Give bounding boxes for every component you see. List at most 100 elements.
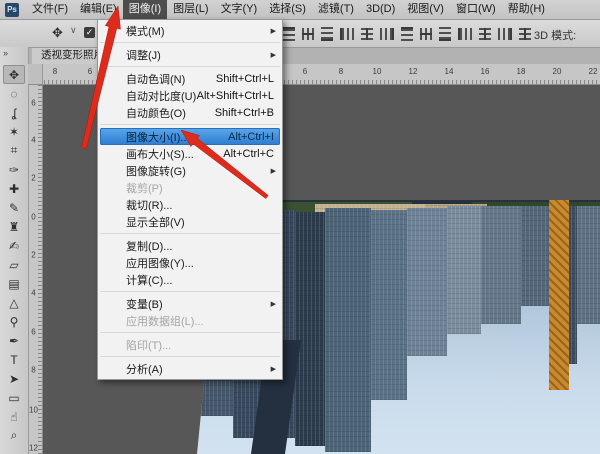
tool-button-clone-stamp-tool[interactable]: ♜ (3, 217, 25, 236)
ruler-number: 18 (517, 67, 526, 76)
menubar-item-help[interactable]: 帮助(H) (502, 0, 551, 19)
menu-item-apply-image[interactable]: 应用图像(Y)... ▶ (98, 254, 282, 271)
tool-button-history-brush-tool[interactable]: ✍ (3, 236, 25, 255)
image-menu-dropdown: 模式(M) ▶ 调整(J) ▶ 自动色调(N) Shift+Ctrl+L ▶ 自… (97, 19, 283, 380)
menu-item-apply-data-set[interactable]: 应用数据组(L)... ▶ (98, 312, 282, 329)
submenu-arrow-icon: ▶ (271, 300, 276, 308)
menubar-items: 文件(F)编辑(E)图像(I)图层(L)文字(Y)选择(S)滤镜(T)3D(D)… (26, 0, 551, 19)
menu-item-trap[interactable]: 陷印(T)... ▶ (98, 336, 282, 353)
tool-button-pen-tool[interactable]: ✒ (3, 331, 25, 350)
tool-options-bar: ✥ ∨ ✓ 自动选择: 3D 模式: (0, 19, 600, 48)
menu-item-image-size[interactable]: 图像大小(I)... Alt+Ctrl+I ▶ (100, 128, 280, 145)
menubar-item-file[interactable]: 文件(F) (26, 0, 74, 19)
menubar-item-type[interactable]: 文字(Y) (215, 0, 264, 19)
menu-item-calculations[interactable]: 计算(C)... ▶ (98, 271, 282, 288)
tool-preset-chevron-icon[interactable]: ∨ (70, 25, 77, 36)
menu-item-shortcut: Alt+Shift+Ctrl+L (197, 90, 274, 102)
tool-button-eraser-tool[interactable]: ▱ (3, 255, 25, 274)
menu-item-label: 图像大小(I)... (126, 129, 190, 145)
menu-item-trim[interactable]: 裁切(R)... ▶ (98, 196, 282, 213)
tool-button-crop-tool[interactable]: ⌗ (3, 141, 25, 160)
tool-button-move-tool[interactable]: ✥ (3, 65, 25, 84)
photo-shape-tower-5 (371, 210, 407, 400)
align-icon-align-bottom-edges[interactable] (321, 27, 333, 41)
align-icon-align-top-edges[interactable] (283, 27, 295, 41)
menubar-item-filter[interactable]: 滤镜(T) (312, 0, 360, 19)
align-icon-align-left-edges[interactable] (340, 28, 354, 40)
tool-button-quick-selection-tool[interactable]: ✶ (3, 122, 25, 141)
menu-item-canvas-size[interactable]: 画布大小(S)... Alt+Ctrl+C ▶ (98, 145, 282, 162)
ruler-number: 8 (339, 67, 343, 76)
menu-item-duplicate[interactable]: 复制(D)... ▶ (98, 237, 282, 254)
ruler-number: 6 (29, 99, 38, 107)
tool-column: ✥ ◌ ʆ ✶ ⌗ ✑ ✚ ✎ ♜ ✍ ▱ ▤ (0, 65, 28, 445)
tool-button-type-tool[interactable]: T (3, 350, 25, 369)
tool-button-gradient-tool[interactable]: ▤ (3, 274, 25, 293)
menu-item-auto-color[interactable]: 自动颜色(O) Shift+Ctrl+B ▶ (98, 104, 282, 121)
ruler-number: 4 (29, 289, 38, 297)
photo-shape-tower-6 (407, 208, 447, 356)
ruler-number: 8 (53, 67, 57, 76)
menubar-item-window[interactable]: 窗口(W) (450, 0, 502, 19)
menubar-item-3d[interactable]: 3D(D) (360, 0, 401, 19)
tool-button-path-selection-tool[interactable]: ➤ (3, 369, 25, 388)
menu-item-mode[interactable]: 模式(M) ▶ (98, 22, 282, 39)
menu-item-auto-contrast[interactable]: 自动对比度(U) Alt+Shift+Ctrl+L ▶ (98, 87, 282, 104)
menu-item-analysis[interactable]: 分析(A) ▶ (98, 360, 282, 377)
tool-button-lasso-tool[interactable]: ʆ (3, 103, 25, 122)
menu-item-label: 变量(B) (126, 296, 163, 312)
align-icon-align-horizontal-centers[interactable] (361, 28, 373, 40)
photo-shape-tower-11 (577, 206, 600, 324)
align-icon-distribute-vertical-centers[interactable] (420, 28, 432, 40)
menu-separator (100, 332, 280, 333)
menu-bar: Ps 文件(F)编辑(E)图像(I)图层(L)文字(Y)选择(S)滤镜(T)3D… (0, 0, 600, 20)
menu-item-label: 应用数据组(L)... (126, 313, 204, 329)
tool-button-marquee-tool[interactable]: ◌ (3, 84, 25, 103)
tool-button-brush-tool[interactable]: ✎ (3, 198, 25, 217)
tool-button-zoom-tool[interactable]: ⌕ (3, 426, 25, 445)
align-icon-align-right-edges[interactable] (380, 28, 394, 40)
ruler-number: 14 (445, 67, 454, 76)
tool-button-dodge-tool[interactable]: ⚲ (3, 312, 25, 331)
menu-item-label: 复制(D)... (126, 238, 172, 254)
auto-select-checkbox[interactable]: ✓ (84, 27, 95, 38)
menu-item-shortcut: Shift+Ctrl+L (216, 73, 274, 85)
align-icon-auto-align-layers[interactable] (519, 28, 531, 40)
menubar-item-edit[interactable]: 编辑(E) (74, 0, 123, 19)
align-icon-distribute-right-edges[interactable] (498, 28, 512, 40)
menu-separator (100, 356, 280, 357)
panel-collapse-icon[interactable]: » (3, 48, 8, 58)
align-icon-distribute-top-edges[interactable] (401, 27, 413, 41)
menu-item-label: 显示全部(V) (126, 214, 185, 230)
menubar-item-view[interactable]: 视图(V) (401, 0, 450, 19)
photo-shape-tower-4 (325, 208, 371, 452)
photo-shape-tower-7 (447, 206, 481, 334)
menu-item-crop[interactable]: 裁剪(P) ▶ (98, 179, 282, 196)
align-icon-distribute-horizontal-centers[interactable] (479, 28, 491, 40)
align-icon-distribute-bottom-edges[interactable] (439, 27, 451, 41)
menubar-item-image[interactable]: 图像(I) (123, 0, 167, 19)
menu-item-label: 画布大小(S)... (126, 146, 194, 162)
menu-item-auto-tone[interactable]: 自动色调(N) Shift+Ctrl+L ▶ (98, 70, 282, 87)
tool-button-eyedropper-tool[interactable]: ✑ (3, 160, 25, 179)
tool-button-healing-brush-tool[interactable]: ✚ (3, 179, 25, 198)
menu-item-adjustments[interactable]: 调整(J) ▶ (98, 46, 282, 63)
menubar-item-layer[interactable]: 图层(L) (167, 0, 214, 19)
photo-shape-tower-8 (481, 206, 521, 324)
menu-item-variables[interactable]: 变量(B) ▶ (98, 295, 282, 312)
ruler-number: 16 (481, 67, 490, 76)
menubar-item-select[interactable]: 选择(S) (263, 0, 312, 19)
menu-separator (100, 42, 280, 43)
tool-button-blur-tool[interactable]: △ (3, 293, 25, 312)
tool-button-rectangle-tool[interactable]: ▭ (3, 388, 25, 407)
tool-button-hand-tool[interactable]: ☝ (3, 407, 25, 426)
menu-item-label: 图像旋转(G) (126, 163, 186, 179)
menu-item-label: 分析(A) (126, 361, 163, 377)
menu-item-reveal-all[interactable]: 显示全部(V) ▶ (98, 213, 282, 230)
menu-item-shortcut: Alt+Ctrl+I (228, 131, 274, 143)
align-icon-distribute-left-edges[interactable] (458, 28, 472, 40)
menu-item-shortcut: Alt+Ctrl+C (223, 148, 274, 160)
submenu-arrow-icon: ▶ (271, 51, 276, 59)
align-icon-align-vertical-centers[interactable] (302, 28, 314, 40)
menu-item-image-rotation[interactable]: 图像旋转(G) ▶ (98, 162, 282, 179)
